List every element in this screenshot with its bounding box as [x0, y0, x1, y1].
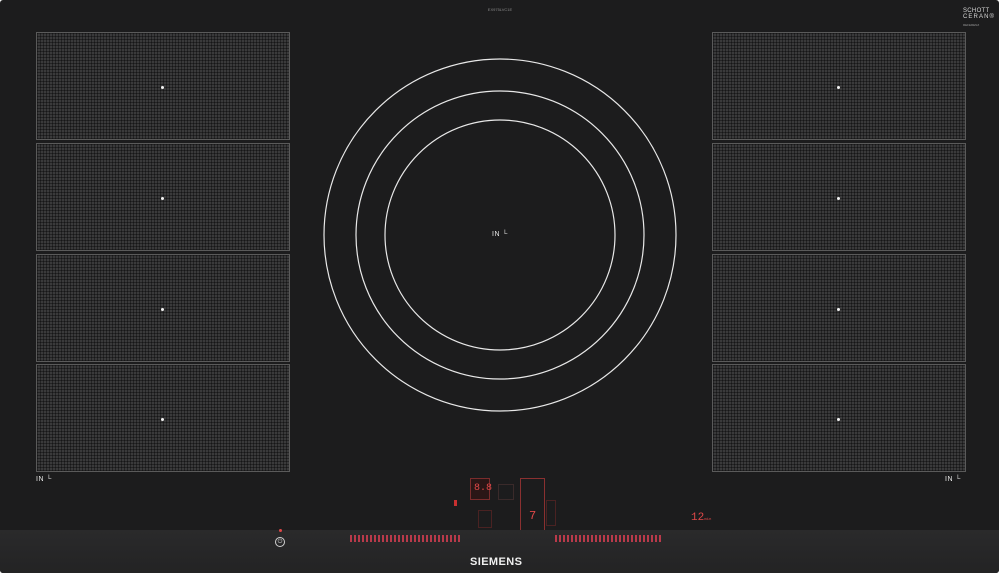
induction-label-text: IN	[36, 476, 44, 483]
induction-label-text: IN	[945, 476, 953, 483]
induction-label-text: IN	[492, 231, 500, 238]
cooktop-glass-surface: EX975LVC1E SCHOTT CERAN® REFERENZ IN └ I…	[0, 0, 999, 573]
cooking-zone-left-3[interactable]	[36, 254, 290, 362]
dial-slider-right[interactable]	[555, 535, 663, 542]
right-timer-readout: 12min	[691, 512, 711, 524]
lock-button[interactable]	[478, 510, 492, 528]
power-level-display: 8.8	[470, 478, 493, 500]
timer-display: 7	[520, 478, 545, 531]
cooking-zone-right-3[interactable]	[712, 254, 966, 362]
right-timer-digit: 12	[691, 512, 705, 524]
schott-ceran-logo: SCHOTT CERAN® REFERENZ	[963, 8, 996, 28]
cooking-zone-right-1[interactable]	[712, 32, 966, 140]
dial-slider-left[interactable]	[350, 535, 460, 542]
cooking-zone-right-2[interactable]	[712, 143, 966, 251]
induction-label-right: IN └	[945, 476, 961, 483]
pan-icon: └	[502, 231, 508, 238]
schott-ceran-line-2: CERAN®	[963, 14, 996, 20]
cooking-zone-left-1[interactable]	[36, 32, 290, 140]
zone-center-dot	[837, 197, 840, 200]
zone-center-dot	[837, 418, 840, 421]
timer-digit: 7	[529, 509, 537, 523]
zone-center-dot	[161, 197, 164, 200]
zone-selector-box[interactable]	[498, 484, 514, 500]
timer-button[interactable]	[546, 500, 556, 526]
cooking-zone-left-2[interactable]	[36, 143, 290, 251]
brand-logo: SIEMENS	[470, 556, 523, 568]
status-indicator	[454, 500, 457, 506]
pan-icon: └	[955, 476, 961, 483]
zone-center-dot	[161, 308, 164, 311]
model-number: EX975LVC1E	[487, 7, 513, 12]
power-level-digit: 8.8	[474, 483, 493, 494]
zone-center-dot	[161, 86, 164, 89]
power-indicator-led	[279, 529, 282, 532]
cooking-zone-right-4[interactable]	[712, 364, 966, 472]
right-timer-unit: min	[704, 518, 712, 522]
cooking-zone-left-4[interactable]	[36, 364, 290, 472]
zone-center-dot	[161, 418, 164, 421]
induction-label-center: IN └	[492, 231, 508, 238]
schott-ceran-line-3: REFERENZ	[963, 23, 980, 27]
zone-center-dot	[837, 308, 840, 311]
zone-center-dot	[837, 86, 840, 89]
pan-icon: └	[46, 476, 52, 483]
power-icon[interactable]: ⏻	[275, 537, 285, 547]
induction-label-left: IN └	[36, 476, 52, 483]
